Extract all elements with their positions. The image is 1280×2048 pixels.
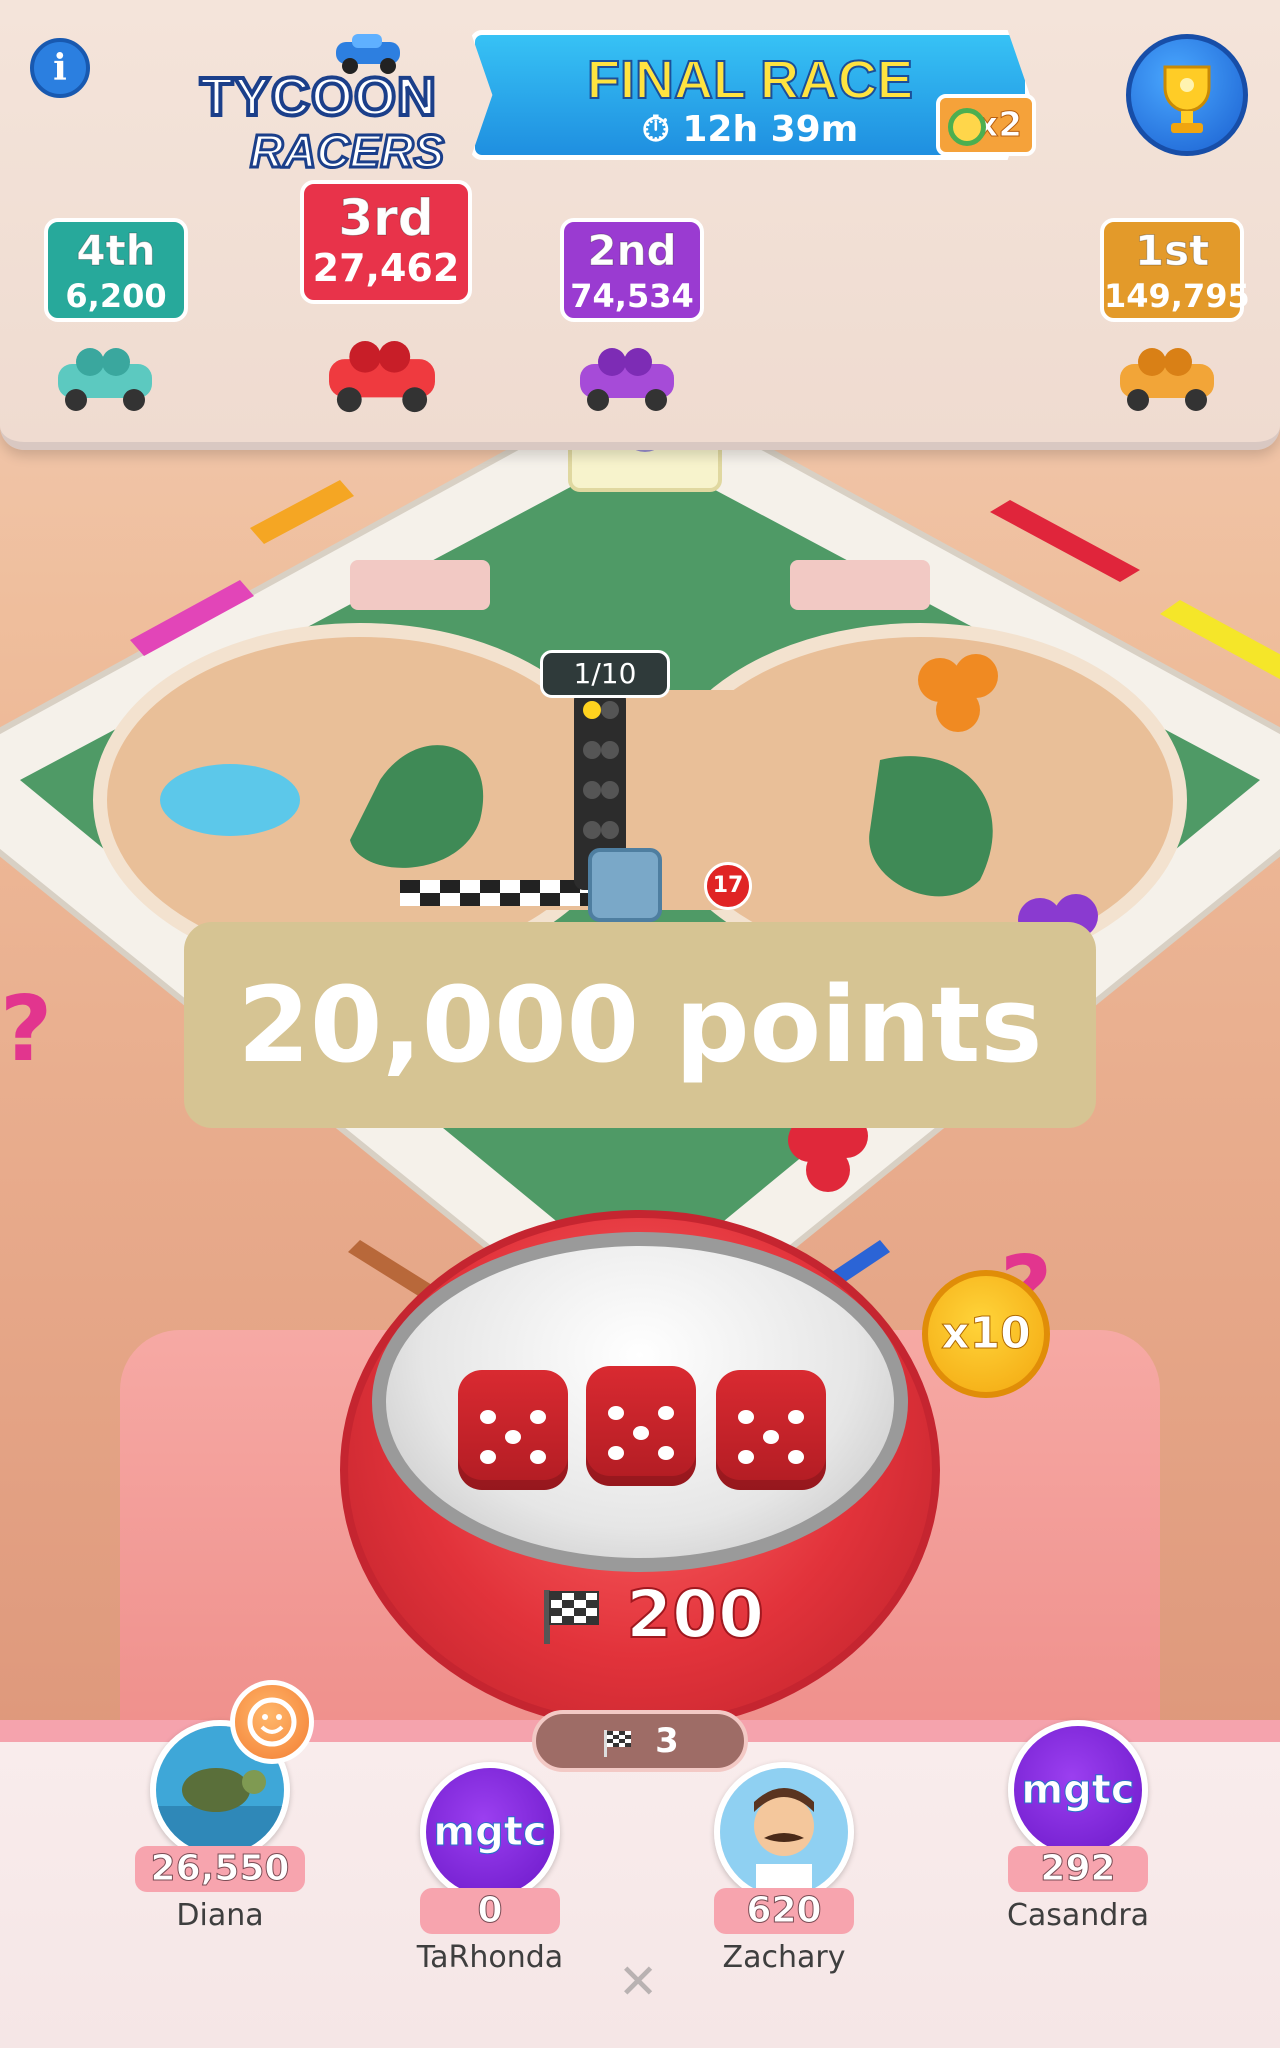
player-avatar: mgtc	[420, 1762, 560, 1902]
avatar-logo-text: mgtc	[433, 1809, 547, 1856]
roll-multiplier-button[interactable]: x10	[922, 1270, 1050, 1398]
logo-title-line1: TYCOON	[198, 65, 438, 129]
standing-position: 2nd	[587, 226, 677, 276]
points-banner: 20,000 points	[184, 922, 1096, 1128]
player-avatar: mgtc	[1008, 1720, 1148, 1860]
die-2	[586, 1366, 696, 1486]
player-zachary[interactable]: 620 Zachary	[684, 1762, 884, 1975]
racer-car-teal-icon	[58, 348, 152, 411]
wreath-icon	[948, 108, 986, 146]
logo-title-line2: RACERS	[248, 124, 445, 179]
svg-text:?: ?	[0, 977, 52, 1082]
player-name: Zachary	[722, 1940, 846, 1975]
lap-progress-indicator: 1/10	[540, 650, 670, 698]
player-tarhonda[interactable]: mgtc 0 TaRhonda	[390, 1762, 590, 1975]
standing-3rd: 3rd 27,462	[300, 180, 472, 304]
trophy-icon[interactable]	[1126, 34, 1248, 156]
checkered-flag-icon	[604, 1729, 632, 1757]
standing-position: 3rd	[338, 189, 434, 248]
standing-position: 4th	[76, 226, 156, 276]
player-casandra[interactable]: mgtc 292 Casandra	[978, 1720, 1178, 1933]
standing-2nd: 2nd 74,534	[560, 218, 704, 322]
race-panel: i TYCOON RACERS FINAL RACE ⏱ 12h 39m x2	[0, 0, 1280, 450]
standing-1st: 1st 149,795	[1100, 218, 1250, 322]
player-name: TaRhonda	[416, 1940, 564, 1975]
checkered-flag-icon	[544, 1590, 599, 1644]
game-scene: ? ? 1/10 17 i TYCOON RACERS FINAL RACE ⏱…	[0, 0, 1280, 2048]
standing-points: 6,200	[65, 277, 167, 315]
standing-4th: 4th 6,200	[44, 218, 188, 322]
roll-cost: 200	[520, 1560, 780, 1670]
racer-car-purple-icon	[580, 348, 674, 411]
avatar-logo-text: mgtc	[1021, 1767, 1135, 1814]
die-3	[716, 1370, 826, 1490]
bonus-multiplier-badge: x2	[936, 94, 1036, 156]
smiley-graphic	[247, 1697, 297, 1747]
stopwatch-icon: ⏱	[641, 109, 670, 150]
trophy-graphic	[1163, 65, 1211, 133]
standing-position: 1st	[1134, 226, 1210, 276]
standing-points: 74,534	[570, 277, 694, 315]
player-avatar	[714, 1762, 854, 1902]
player-name: Casandra	[1006, 1898, 1150, 1933]
player-score: 0	[420, 1888, 560, 1934]
player-score: 26,550	[134, 1846, 306, 1892]
player-score: 620	[714, 1888, 854, 1934]
mustache-man-avatar-icon	[720, 1768, 848, 1896]
roll-cost-value: 200	[625, 1575, 765, 1654]
die-1	[458, 1370, 568, 1490]
standing-points: 27,462	[312, 246, 460, 290]
standing-points: 149,795	[1104, 277, 1250, 315]
race-timer-value: 12h 39m	[682, 109, 859, 150]
close-icon[interactable]: ✕	[618, 1954, 658, 2010]
notification-badge: 17	[704, 862, 752, 910]
racer-car-orange-icon	[1120, 348, 1214, 411]
flags-count: 3	[655, 1721, 679, 1761]
player-name: Diana	[176, 1898, 264, 1933]
tycoon-racers-logo: TYCOON RACERS	[180, 30, 480, 179]
smiley-icon[interactable]	[230, 1680, 314, 1764]
player-score: 292	[1008, 1846, 1148, 1892]
racer-car-red-icon	[329, 341, 435, 413]
info-icon[interactable]: i	[30, 38, 90, 98]
